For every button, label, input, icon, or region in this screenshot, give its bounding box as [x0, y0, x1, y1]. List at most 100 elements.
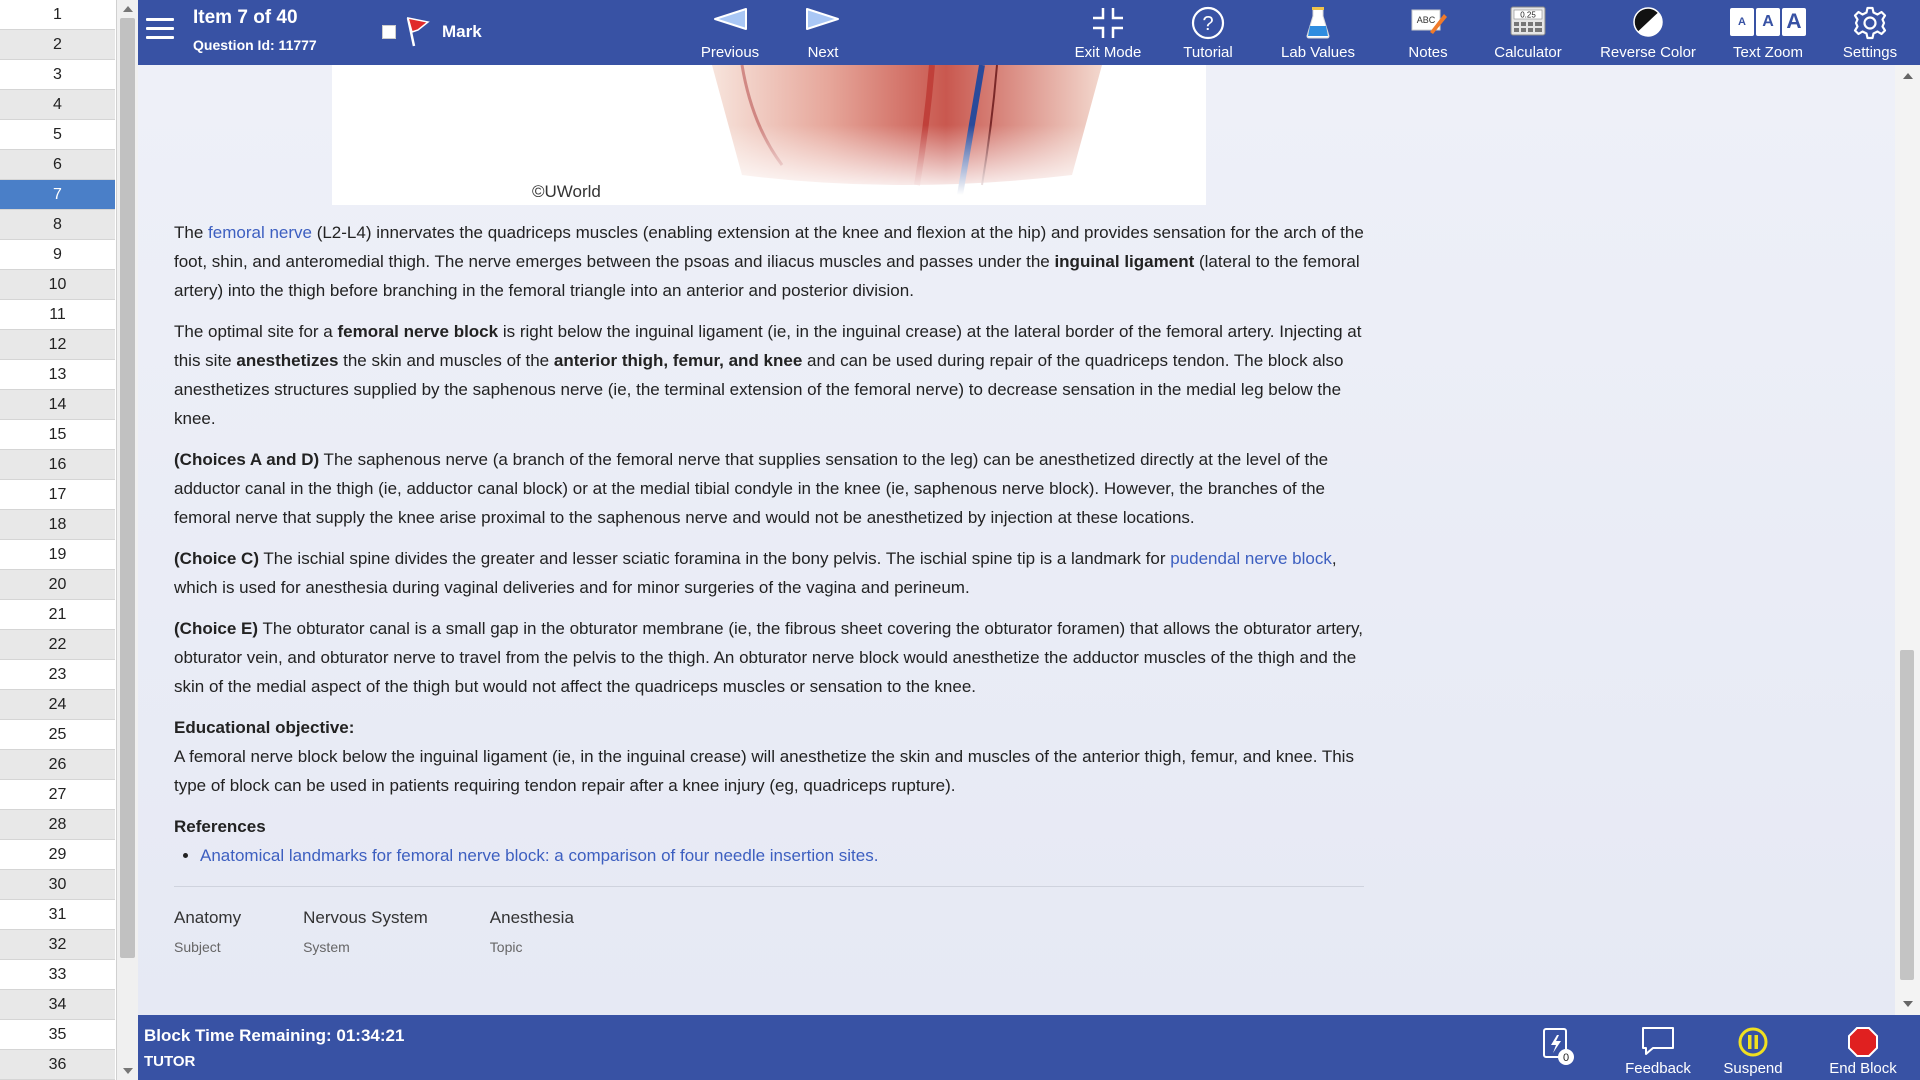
- question-list-item[interactable]: 33: [0, 960, 115, 990]
- question-list-item[interactable]: 18: [0, 510, 115, 540]
- scroll-up-arrow-icon[interactable]: [123, 6, 133, 12]
- question-list-item[interactable]: 22: [0, 630, 115, 660]
- block-timer: Block Time Remaining: 01:34:21: [144, 1026, 405, 1045]
- calculator-button[interactable]: 0.25 Calculator: [1478, 0, 1578, 65]
- exit-mode-button[interactable]: Exit Mode: [1068, 0, 1148, 65]
- question-list-scrollbar[interactable]: [116, 0, 138, 1080]
- question-list-item[interactable]: 29: [0, 840, 115, 870]
- end-block-label: End Block: [1829, 1060, 1897, 1077]
- flashcard-button[interactable]: 0: [1533, 1015, 1583, 1080]
- pause-icon: [1737, 1026, 1769, 1063]
- lab-values-button[interactable]: Lab Values: [1268, 0, 1368, 65]
- mark-label: Mark: [442, 22, 482, 41]
- question-list-item[interactable]: 15: [0, 420, 115, 450]
- flask-icon: [1305, 6, 1331, 45]
- question-list-item[interactable]: 10: [0, 270, 115, 300]
- question-list-item[interactable]: 34: [0, 990, 115, 1020]
- question-list-item[interactable]: 2: [0, 30, 115, 60]
- question-list-item[interactable]: 1: [0, 0, 115, 30]
- question-list-item[interactable]: 27: [0, 780, 115, 810]
- copyright-label: ©UWorld: [532, 182, 601, 201]
- content-scroll-thumb[interactable]: [1900, 650, 1914, 980]
- question-list-item[interactable]: 3: [0, 60, 115, 90]
- next-button[interactable]: Next: [788, 0, 858, 65]
- gear-icon: [1853, 6, 1887, 45]
- reverse-color-icon: [1632, 6, 1664, 43]
- svg-text:ABC: ABC: [1417, 15, 1436, 25]
- anatomy-figure: ©UWorld: [332, 65, 1206, 205]
- suspend-label: Suspend: [1723, 1060, 1783, 1077]
- question-list-items: 1 2 3 4 5 6 7 8 9 10 11 12 13 14 15 16 17 18 19 20 21 22 23 24 2…: [0, 0, 115, 1080]
- question-list-item[interactable]: 9: [0, 240, 115, 270]
- question-list-item[interactable]: 32: [0, 930, 115, 960]
- mode-label: TUTOR: [144, 1053, 196, 1070]
- question-list-item[interactable]: 6: [0, 150, 115, 180]
- question-list-item[interactable]: 14: [0, 390, 115, 420]
- notes-icon: ABC: [1408, 6, 1448, 41]
- question-list-item[interactable]: 8: [0, 210, 115, 240]
- question-list-item[interactable]: 31: [0, 900, 115, 930]
- svg-text:0: 0: [1563, 1052, 1569, 1064]
- question-list-item[interactable]: 13: [0, 360, 115, 390]
- content-scroll-down-icon[interactable]: [1903, 1001, 1913, 1007]
- feedback-icon: [1641, 1026, 1675, 1061]
- mark-checkbox[interactable]: [382, 25, 396, 39]
- reference-item: Anatomical landmarks for femoral nerve b…: [200, 841, 1364, 870]
- feedback-button[interactable]: Feedback: [1613, 1015, 1703, 1080]
- end-block-button[interactable]: End Block: [1818, 1015, 1908, 1080]
- question-list-item[interactable]: 35: [0, 1020, 115, 1050]
- previous-button[interactable]: Previous: [690, 0, 770, 65]
- text-zoom-button[interactable]: A A A Text Zoom: [1718, 0, 1818, 65]
- question-list-item[interactable]: 20: [0, 570, 115, 600]
- settings-label: Settings: [1842, 44, 1898, 61]
- question-list-item[interactable]: 21: [0, 600, 115, 630]
- educational-objective-text: A femoral nerve block below the inguinal…: [174, 747, 1354, 795]
- question-list-item[interactable]: 11: [0, 300, 115, 330]
- text-zoom-label: Text Zoom: [1732, 44, 1804, 61]
- content-scrollbar[interactable]: [1895, 65, 1920, 1015]
- reference-link[interactable]: Anatomical landmarks for femoral nerve b…: [200, 846, 878, 865]
- question-list-item[interactable]: 16: [0, 450, 115, 480]
- question-id: Question Id: 11777: [193, 37, 317, 53]
- question-list-item[interactable]: 5: [0, 120, 115, 150]
- explanation-body: ©UWorld The femoral nerve (L2-L4) innerv…: [138, 65, 1895, 1015]
- question-list-item[interactable]: 28: [0, 810, 115, 840]
- tutorial-button[interactable]: ? Tutorial: [1173, 0, 1243, 65]
- reverse-color-button[interactable]: Reverse Color: [1578, 0, 1718, 65]
- question-list-item[interactable]: 24: [0, 690, 115, 720]
- question-list-item[interactable]: 26: [0, 750, 115, 780]
- settings-button[interactable]: Settings: [1830, 0, 1910, 65]
- calculator-label: Calculator: [1494, 44, 1562, 61]
- question-list-scroll-thumb[interactable]: [120, 18, 135, 958]
- question-list-item[interactable]: 36: [0, 1050, 115, 1080]
- question-list-item[interactable]: 17: [0, 480, 115, 510]
- paragraph-nerve-block: The optimal site for a femoral nerve blo…: [174, 322, 1362, 428]
- reverse-color-label: Reverse Color: [1600, 44, 1696, 61]
- content-scroll-up-icon[interactable]: [1903, 73, 1913, 79]
- question-list: 1 2 3 4 5 6 7 8 9 10 11 12 13 14 15 16 17 18 19 20 21 22 23 24 2…: [0, 0, 138, 1080]
- hamburger-menu-icon[interactable]: [146, 18, 174, 42]
- question-list-item[interactable]: 25: [0, 720, 115, 750]
- femoral-nerve-link[interactable]: femoral nerve: [208, 223, 312, 242]
- notes-button[interactable]: ABC Notes: [1388, 0, 1468, 65]
- question-list-item[interactable]: 12: [0, 330, 115, 360]
- thigh-illustration: [702, 65, 1122, 195]
- tutorial-label: Tutorial: [1183, 44, 1233, 61]
- pudendal-nerve-block-link[interactable]: pudendal nerve block: [1170, 549, 1332, 568]
- question-list-item[interactable]: 7: [0, 180, 115, 210]
- explanation-text: The femoral nerve (L2-L4) innervates the…: [174, 218, 1364, 962]
- previous-arrow-icon: [712, 6, 748, 37]
- explanation-panel: ©UWorld The femoral nerve (L2-L4) innerv…: [138, 65, 1895, 1015]
- question-list-item[interactable]: 30: [0, 870, 115, 900]
- exit-fullscreen-icon: [1091, 6, 1125, 45]
- scroll-down-arrow-icon[interactable]: [123, 1068, 133, 1074]
- question-list-item[interactable]: 23: [0, 660, 115, 690]
- question-list-item[interactable]: 19: [0, 540, 115, 570]
- suspend-button[interactable]: Suspend: [1713, 1015, 1793, 1080]
- classification-tags: Anatomy Subject Nervous System System Anes…: [174, 907, 1364, 962]
- paragraph-choice-e: (Choice E) The obturator canal is a smal…: [174, 619, 1364, 696]
- next-label: Next: [807, 44, 839, 61]
- mark-toggle[interactable]: Mark: [382, 16, 482, 48]
- references-heading: References: [174, 817, 266, 836]
- question-list-item[interactable]: 4: [0, 90, 115, 120]
